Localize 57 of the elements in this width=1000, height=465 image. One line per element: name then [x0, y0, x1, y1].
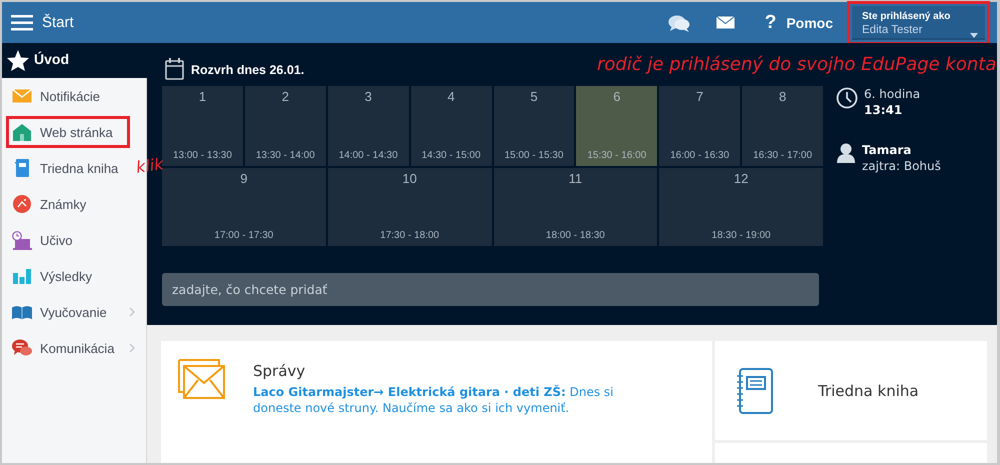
- lesson-slot[interactable]: 7 16:00 - 16:30: [659, 86, 740, 166]
- lesson-slot[interactable]: 3 14:00 - 14:30: [328, 86, 409, 166]
- lesson-slot[interactable]: 10 17:30 - 18:00: [328, 168, 492, 246]
- help-button[interactable]: ? Pomoc: [764, 12, 833, 34]
- sidebar-item[interactable]: Komunikácia: [6, 332, 144, 364]
- sidebar-item[interactable]: Výsledky: [6, 260, 102, 292]
- sidebar-item[interactable]: Web stránka: [6, 116, 130, 148]
- notebook-icon: [15, 159, 29, 177]
- envelope-icon[interactable]: [716, 16, 735, 29]
- next-person: zajtra: Bohuš: [862, 159, 941, 173]
- sidebar-item[interactable]: Učivo: [6, 224, 82, 256]
- notebook-icon: [735, 368, 773, 414]
- envelope-icon: [177, 359, 225, 399]
- person-name: Tamara: [862, 143, 912, 157]
- sidebar-item[interactable]: Vyučovanie: [6, 296, 144, 328]
- input-field[interactable]: zadajte, čo chcete pridať: [162, 273, 819, 306]
- card-title: Správy: [253, 362, 306, 380]
- current-time: 13:41: [864, 103, 904, 117]
- lesson-slot[interactable]: 2 13:30 - 14:00: [244, 86, 326, 166]
- lesson-slot[interactable]: 4 14:30 - 15:00: [410, 86, 492, 166]
- envelope-icon: [12, 89, 32, 103]
- annotation-text: klik: [134, 154, 165, 177]
- sidebar-item[interactable]: Známky: [6, 188, 96, 220]
- chevron-right-icon: [129, 343, 135, 353]
- user-account-menu[interactable]: Ste prihlásený ako Edita Tester: [852, 6, 985, 40]
- message-preview: Laco Gitarmajster→ Elektrická gitara · deti ZŠ: Dnes si doneste nové struny. Naučíme sa ako si ich vymeniť.: [253, 384, 615, 416]
- sidebar-item[interactable]: Triedna kniha: [6, 152, 128, 184]
- card-title: Triedna kniha: [818, 382, 919, 400]
- classbook-card[interactable]: Triedna kniha: [715, 341, 987, 440]
- house-icon: [13, 124, 31, 140]
- lesson-slot[interactable]: 1 13:00 - 13:30: [162, 86, 243, 166]
- star-icon: [7, 50, 29, 71]
- lesson-slot[interactable]: 6 15:30 - 16:00: [576, 86, 658, 166]
- page-title: Štart: [42, 14, 74, 31]
- bar-chart-icon: [13, 268, 31, 284]
- lesson-slot[interactable]: 11 18:00 - 18:30: [494, 168, 658, 246]
- lesson-label: 6. hodina: [864, 87, 920, 101]
- grade-icon: [13, 195, 31, 213]
- caret-icon: [970, 32, 978, 38]
- open-book-icon: [12, 304, 32, 320]
- lesson-slot[interactable]: 8 16:30 - 17:00: [742, 86, 823, 166]
- calendar-icon: [165, 58, 185, 80]
- clock-icon: [836, 87, 858, 109]
- person-icon: [836, 143, 856, 163]
- clock-laptop-icon: [12, 230, 32, 250]
- chat-icon[interactable]: [668, 14, 690, 32]
- chevron-right-icon: [129, 307, 135, 317]
- sidebar-item[interactable]: Notifikácie: [6, 80, 109, 112]
- lesson-slot[interactable]: 12 18:30 - 19:00: [659, 168, 823, 246]
- lesson-slot[interactable]: 9 17:00 - 17:30: [162, 168, 326, 246]
- lesson-slot[interactable]: 5 15:00 - 15:30: [494, 86, 574, 166]
- chat-bubbles-icon: [12, 339, 32, 357]
- home-nav-item[interactable]: Úvod: [2, 43, 147, 78]
- annotation-text: rodič je prihlásený do svojho EduPage konta: [597, 54, 996, 75]
- messages-card[interactable]: Správy Laco Gitarmajster→ Elektrická gitara · deti ZŠ: Dnes si doneste nové struny. Naučíme sa ako si ich vymeniť.: [161, 341, 712, 463]
- menu-icon[interactable]: [11, 14, 33, 30]
- timetable-title: Rozvrh dnes 26.01.: [191, 63, 304, 77]
